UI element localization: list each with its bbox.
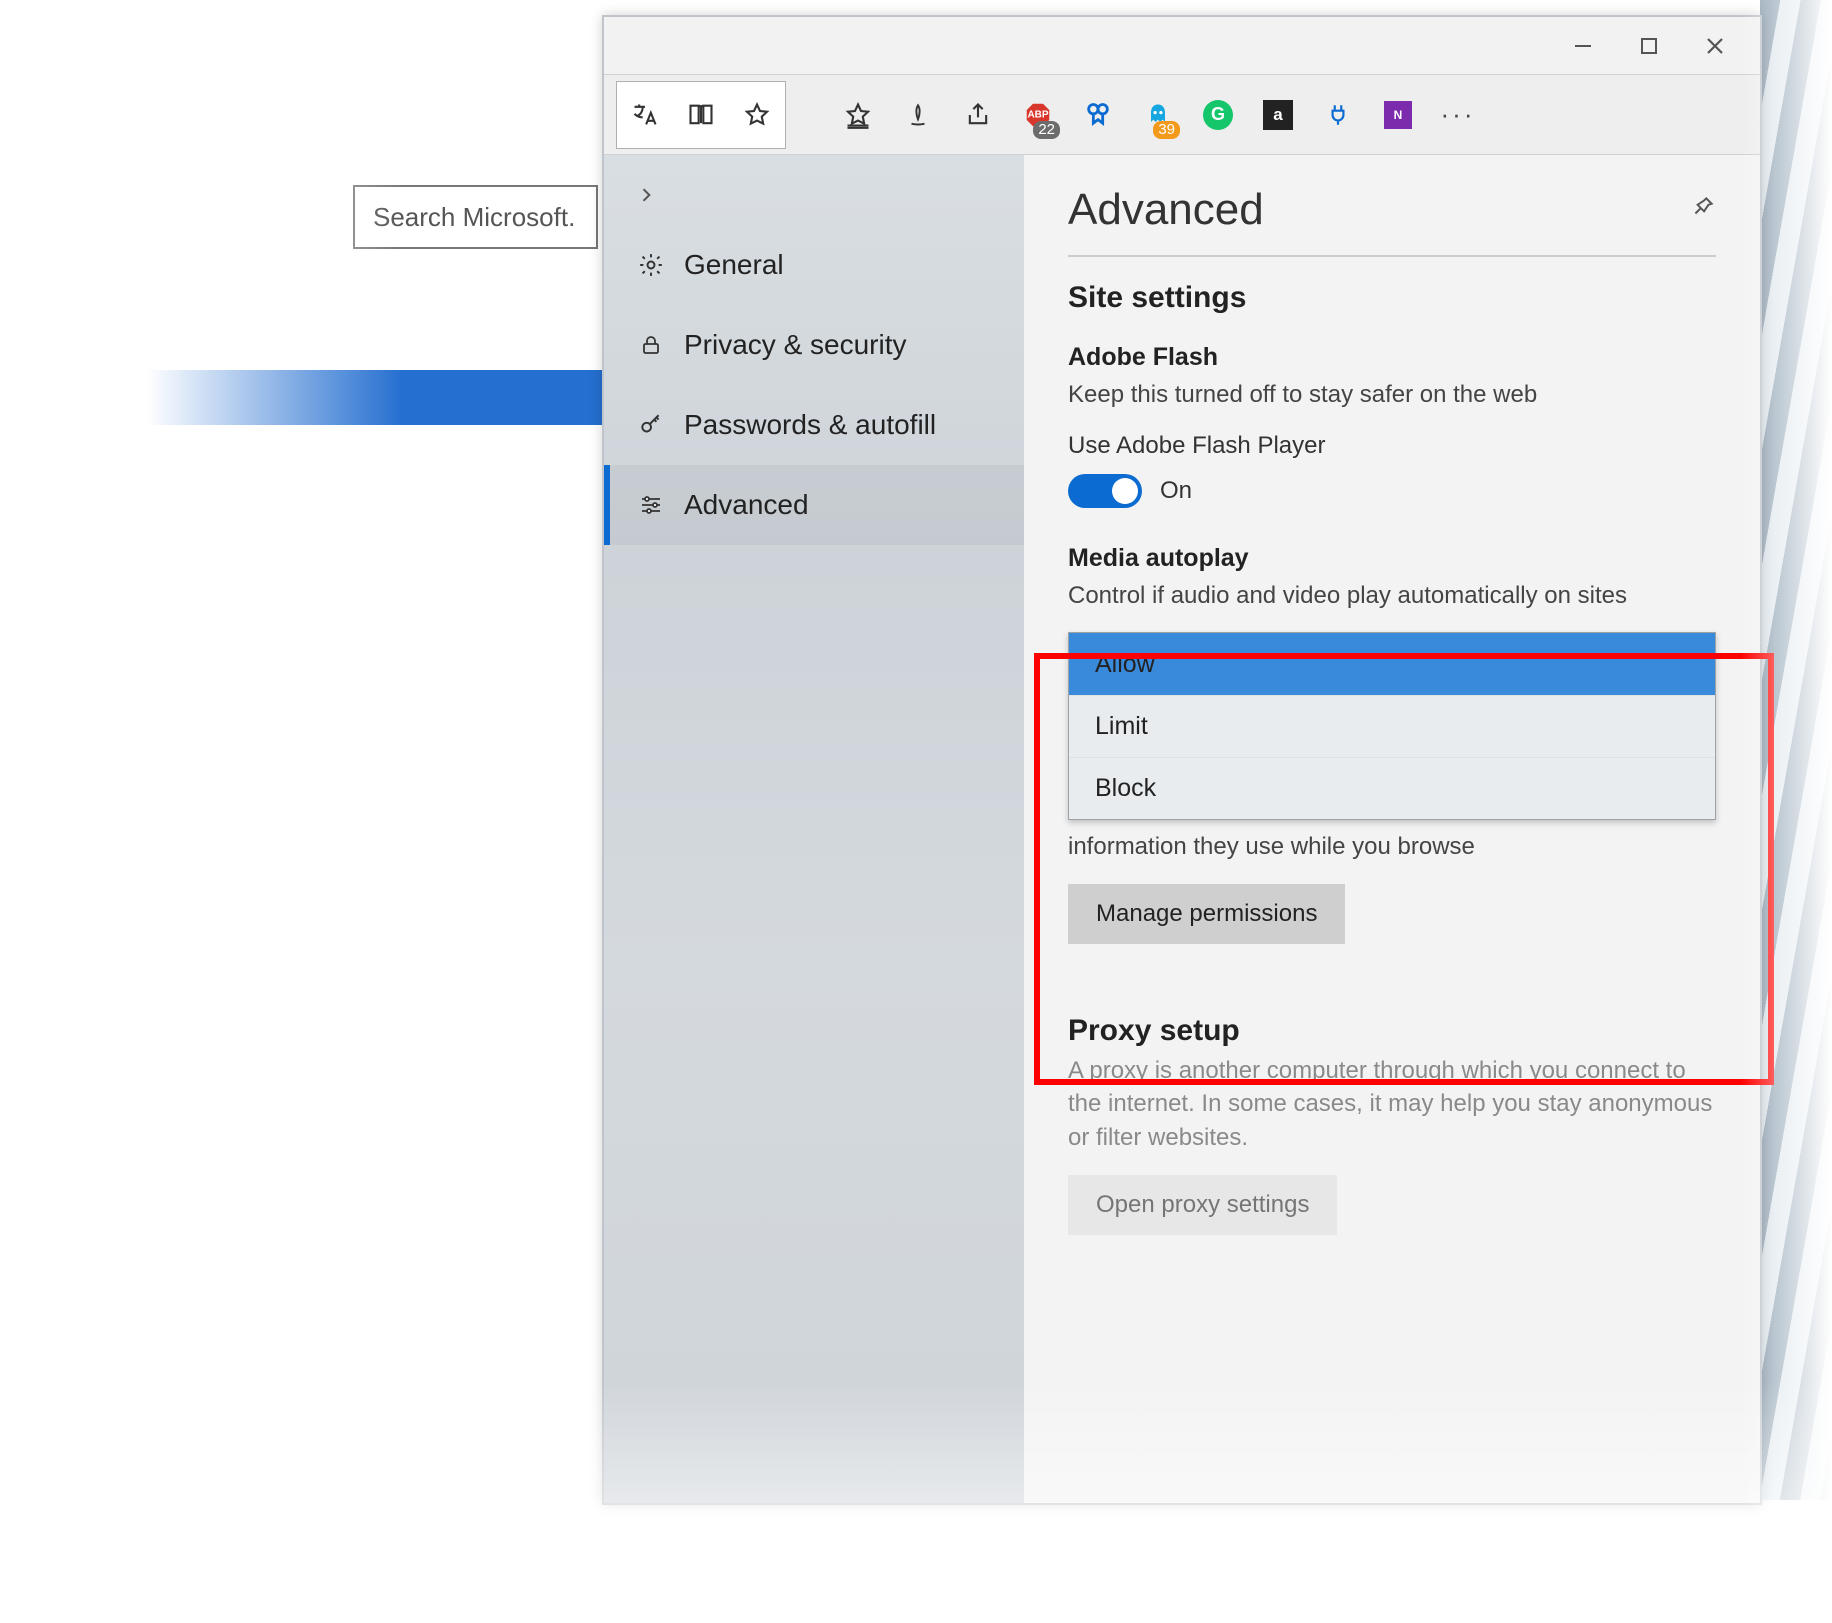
translate-icon[interactable]: [617, 85, 673, 145]
nav-label-passwords: Passwords & autofill: [684, 409, 936, 441]
flash-block: Adobe Flash Keep this turned off to stay…: [1068, 343, 1716, 508]
lock-icon: [636, 332, 666, 358]
ghostery-icon[interactable]: 39: [1128, 85, 1188, 145]
favorites-list-icon[interactable]: [828, 85, 888, 145]
svg-text:ABP: ABP: [1027, 109, 1048, 120]
page-blue-strip: [120, 370, 610, 425]
desktop-background-stripes: [1760, 0, 1832, 1500]
autoplay-block: Media autoplay Control if audio and vide…: [1068, 544, 1716, 821]
rewards-icon[interactable]: [1068, 85, 1128, 145]
page-search-placeholder: Search Microsoft.: [373, 202, 575, 233]
nav-item-passwords[interactable]: Passwords & autofill: [604, 385, 1024, 465]
nav-label-advanced: Advanced: [684, 489, 809, 521]
proxy-block: Proxy setup A proxy is another computer …: [1068, 1014, 1716, 1235]
flash-toggle-state: On: [1160, 477, 1192, 505]
key-icon: [636, 412, 666, 438]
flash-toggle[interactable]: [1068, 474, 1142, 508]
window-close-button[interactable]: [1704, 35, 1726, 57]
autoplay-option-block[interactable]: Block: [1069, 757, 1715, 819]
autoplay-option-allow[interactable]: Allow: [1069, 633, 1715, 695]
nav-back-chevron[interactable]: [604, 165, 1024, 225]
edge-browser-window: ABP 22 39 G a N ···: [602, 15, 1762, 1505]
onenote-icon[interactable]: N: [1368, 85, 1428, 145]
gear-icon: [636, 252, 666, 278]
extension-plug-icon[interactable]: [1308, 85, 1368, 145]
settings-detail: Advanced Site settings Adobe Flash Keep …: [1024, 155, 1760, 1503]
window-title-bar: [604, 17, 1760, 75]
window-minimize-button[interactable]: [1572, 35, 1594, 57]
flash-title: Adobe Flash: [1068, 343, 1716, 372]
amazon-icon[interactable]: a: [1248, 85, 1308, 145]
amazon-letter: a: [1263, 100, 1293, 130]
proxy-title: Proxy setup: [1068, 1014, 1716, 1048]
autoplay-desc: Control if audio and video play automati…: [1068, 579, 1716, 613]
nav-item-advanced[interactable]: Advanced: [604, 465, 1024, 545]
autoplay-dropdown-open[interactable]: Allow Limit Block: [1068, 632, 1716, 820]
nav-item-privacy[interactable]: Privacy & security: [604, 305, 1024, 385]
page-search-box[interactable]: Search Microsoft.: [353, 185, 598, 249]
grammarly-letter: G: [1203, 100, 1233, 130]
detail-title: Advanced: [1068, 185, 1264, 235]
settings-nav: General Privacy & security Passwords & a…: [604, 155, 1024, 1503]
flash-sub: Use Adobe Flash Player: [1068, 432, 1716, 460]
flash-desc: Keep this turned off to stay safer on th…: [1068, 378, 1716, 412]
favorite-star-icon[interactable]: [729, 85, 785, 145]
more-icon[interactable]: ···: [1428, 85, 1488, 145]
onenote-label: N: [1384, 101, 1412, 129]
sliders-icon: [636, 493, 666, 517]
autoplay-title: Media autoplay: [1068, 544, 1716, 573]
grammarly-icon[interactable]: G: [1188, 85, 1248, 145]
ghostery-badge: 39: [1153, 121, 1180, 139]
proxy-desc: A proxy is another computer through whic…: [1068, 1054, 1716, 1155]
autoplay-option-limit[interactable]: Limit: [1069, 695, 1715, 757]
share-icon[interactable]: [948, 85, 1008, 145]
adblock-badge: 22: [1033, 121, 1060, 139]
reading-view-icon[interactable]: [673, 85, 729, 145]
nav-item-general[interactable]: General: [604, 225, 1024, 305]
section-site-settings: Site settings: [1068, 281, 1716, 315]
settings-panel: General Privacy & security Passwords & a…: [604, 155, 1760, 1503]
manage-permissions-button[interactable]: Manage permissions: [1068, 884, 1345, 944]
title-divider: [1068, 255, 1716, 257]
window-maximize-button[interactable]: [1638, 35, 1660, 57]
open-proxy-settings-button[interactable]: Open proxy settings: [1068, 1175, 1337, 1235]
adblock-icon[interactable]: ABP 22: [1008, 85, 1068, 145]
permissions-hint-partial: information they use while you browse: [1068, 830, 1716, 864]
address-bar-icons: [616, 81, 786, 149]
nav-label-general: General: [684, 249, 784, 281]
nav-label-privacy: Privacy & security: [684, 329, 907, 361]
browser-toolbar: ABP 22 39 G a N ···: [604, 75, 1760, 155]
pin-icon[interactable]: [1690, 194, 1716, 227]
notes-pen-icon[interactable]: [888, 85, 948, 145]
